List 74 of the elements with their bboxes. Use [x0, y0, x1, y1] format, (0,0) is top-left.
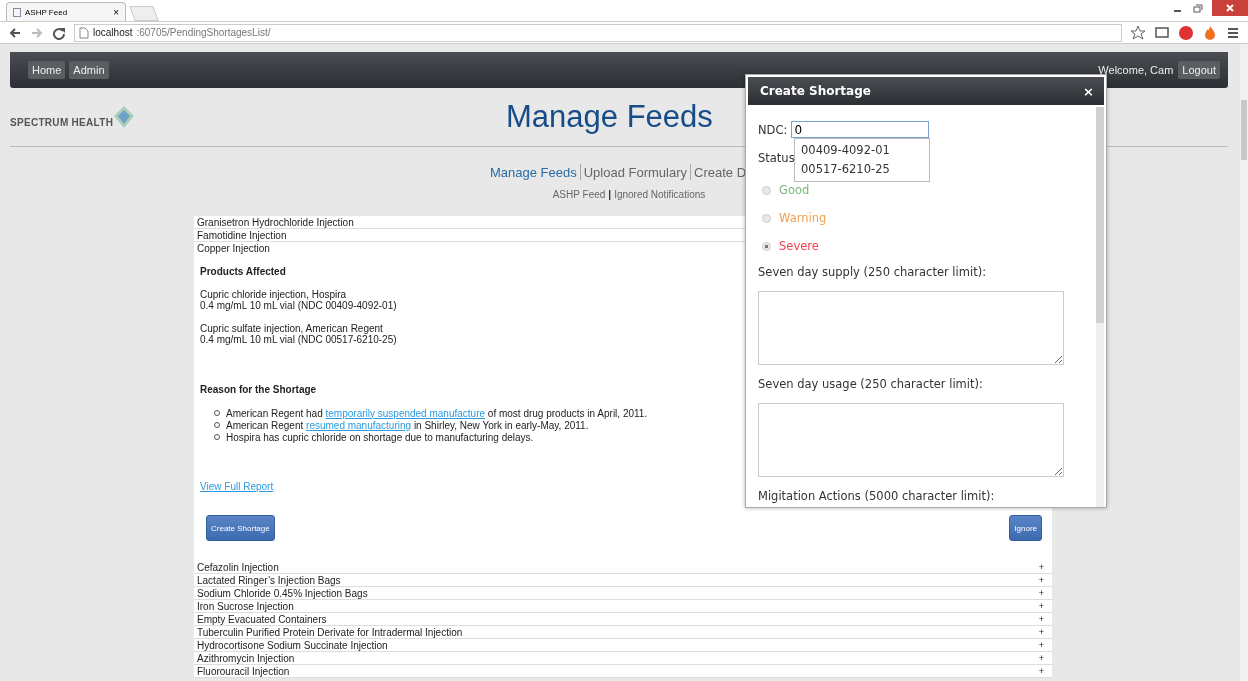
separator-text: |: [608, 189, 612, 200]
expand-toggle[interactable]: +: [1038, 562, 1044, 572]
tab-title: ASHP Feed: [25, 7, 69, 17]
scrollbar[interactable]: [1240, 44, 1248, 681]
address-bar[interactable]: localhost :60705/PendingShortagesList/: [74, 23, 1122, 42]
product-text: 0.4 mg/mL 10 mL vial (NDC 00517-6210-25): [200, 334, 397, 345]
sub-link[interactable]: Ignored Notifications: [614, 189, 706, 200]
expand-toggle[interactable]: +: [1038, 588, 1044, 598]
nav-link[interactable]: Create D: [694, 164, 747, 180]
menu-icon[interactable]: [1226, 25, 1240, 40]
ndc-input-field[interactable]: 0: [791, 121, 930, 138]
create-shortage-button[interactable]: Create Shortage: [206, 515, 275, 541]
flame-icon[interactable]: [1202, 24, 1218, 41]
nav-link[interactable]: Upload Formulary: [583, 164, 687, 180]
expand-toggle[interactable]: +: [1038, 627, 1044, 637]
feed-row-title[interactable]: Iron Sucrose Injection: [197, 600, 294, 612]
expand-toggle[interactable]: +: [1038, 601, 1044, 611]
list-item-text: American Regent had temporarily suspended manufacture of most drug products in April, 2011.: [226, 407, 648, 419]
product-text: Cupric sulfate injection, American Regent: [200, 323, 384, 334]
radio-label: Severe: [779, 239, 819, 253]
product-text: 0.4 mg/mL 10 mL vial (NDC 00409-4092-01): [200, 300, 397, 311]
extension-icon[interactable]: [1178, 24, 1194, 41]
feed-row-title[interactable]: Cefazolin Injection: [197, 561, 279, 573]
logo-text: SPECTRUM HEALTH: [10, 117, 114, 128]
ignore-button[interactable]: Ignore: [1009, 515, 1042, 541]
close-tab-button[interactable]: ×: [113, 6, 119, 18]
radio-button[interactable]: [762, 185, 771, 195]
list-item-text: American Regent resumed manufacturing in Shirley, New York in early-May, 2011.: [226, 419, 589, 431]
field-label: Seven day supply (250 character limit):: [758, 265, 987, 279]
feed-row-title[interactable]: Tuberculin Purified Protein Derivate for Intradermal Injection: [197, 626, 463, 638]
feed-row-title[interactable]: Sodium Chloride 0.45% Injection Bags: [197, 587, 368, 599]
scrollbar[interactable]: [1096, 107, 1104, 507]
feed-row-title[interactable]: Lactated Ringer’s Injection Bags: [197, 574, 341, 586]
sub-link[interactable]: ASHP Feed: [552, 189, 606, 200]
radio-button[interactable]: [762, 213, 771, 223]
nav-button[interactable]: Home: [28, 61, 66, 79]
expand-toggle[interactable]: +: [1038, 640, 1044, 650]
expand-toggle[interactable]: +: [1038, 653, 1044, 663]
close-icon: [1225, 3, 1235, 13]
expand-toggle[interactable]: +: [1038, 575, 1044, 585]
welcome-text: Welcome, Cam: [1098, 64, 1174, 76]
nav-button[interactable]: Admin: [69, 61, 109, 79]
browser-tab[interactable]: ASHP Feed ×: [6, 2, 126, 21]
dialog-title: Create Shortage: [760, 84, 871, 98]
reload-icon[interactable]: [52, 25, 66, 40]
product-text: Cupric chloride injection, Hospira: [200, 289, 347, 300]
feed-row-title[interactable]: Empty Evacuated Containers: [197, 613, 327, 625]
expand-toggle[interactable]: +: [1038, 614, 1044, 624]
list-item-text: Hospira has cupric chloride on shortage due to manufacturing delays.: [226, 431, 534, 443]
page-title: Manage Feeds: [506, 99, 713, 135]
suggestion-item[interactable]: 00409-4092-01: [795, 141, 929, 160]
expand-toggle[interactable]: +: [1038, 666, 1044, 676]
cast-icon[interactable]: [1154, 24, 1170, 41]
restore-icon[interactable]: [1192, 4, 1204, 14]
nav-link[interactable]: Manage Feeds: [489, 164, 577, 180]
feed-row-title[interactable]: Azithromycin Injection: [197, 652, 295, 664]
back-icon[interactable]: [8, 25, 22, 40]
field-label: Status: [758, 151, 795, 165]
star-icon[interactable]: [1130, 24, 1146, 41]
field-label: Migitation Actions (5000 character limit):: [758, 489, 995, 503]
section-heading: Products Affected: [200, 266, 286, 277]
radio-button[interactable]: [762, 241, 771, 251]
feed-row-title[interactable]: Fluorouracil Injection: [197, 665, 290, 677]
page-icon: [13, 7, 21, 17]
radio-label: Good: [779, 183, 810, 197]
section-heading: Reason for the Shortage: [200, 384, 317, 395]
field-label: NDC:: [758, 122, 788, 137]
logout-button[interactable]: Logout: [1178, 61, 1220, 79]
feed-row-title[interactable]: Hydrocortisone Sodium Succinate Injection: [197, 639, 388, 651]
close-button[interactable]: ×: [1083, 83, 1094, 99]
close-window-button[interactable]: [1212, 0, 1248, 16]
field-label: Seven day usage (250 character limit):: [758, 377, 983, 391]
logo-icon: [113, 105, 136, 129]
suggestion-item[interactable]: 00517-6210-25: [795, 160, 929, 179]
